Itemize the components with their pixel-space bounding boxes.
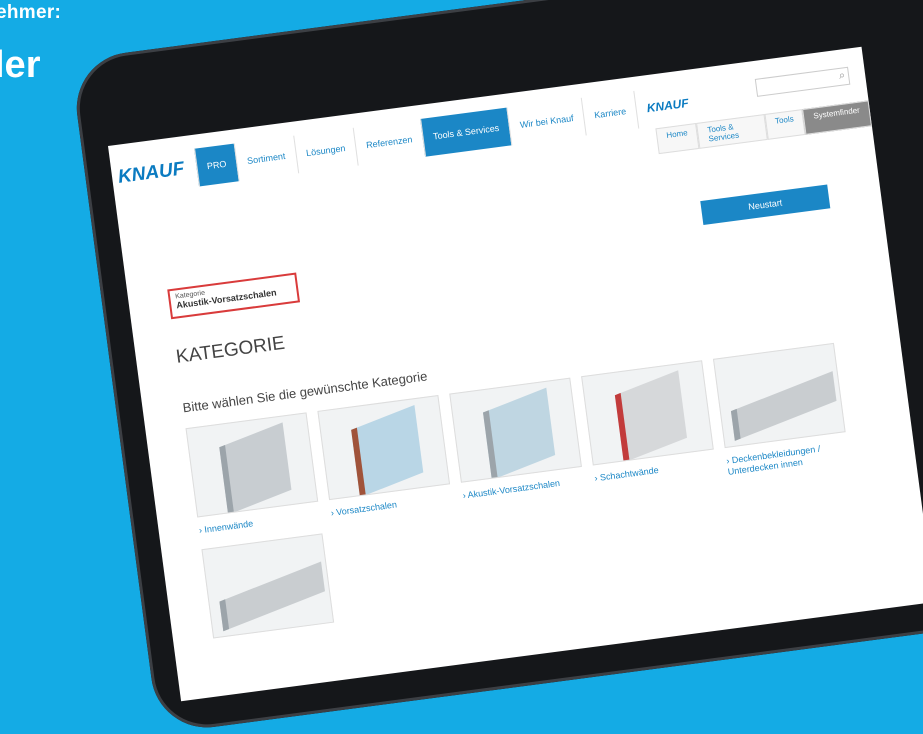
category-link[interactable]: › Deckenbekleidungen / Unterdecken innen bbox=[726, 440, 848, 477]
nav-tools-services[interactable]: Tools & Services bbox=[419, 107, 512, 157]
category-image[interactable] bbox=[581, 360, 714, 466]
breadcrumb-tools[interactable]: Tools bbox=[764, 109, 806, 140]
breadcrumb-home[interactable]: Home bbox=[655, 123, 700, 155]
section-title: KATEGORIE bbox=[174, 332, 287, 368]
knauf-logo[interactable]: KNAUF bbox=[117, 158, 186, 188]
restart-button[interactable]: Neustart bbox=[700, 184, 831, 225]
category-image[interactable] bbox=[712, 342, 846, 449]
overlay-heading-line1: ehmer: bbox=[0, 2, 62, 23]
wall-illustration bbox=[219, 422, 292, 515]
nav-loesungen[interactable]: Lösungen bbox=[292, 127, 358, 174]
nav-wir-bei-knauf[interactable]: Wir bei Knauf bbox=[506, 97, 586, 146]
overlay-heading-line2: ler bbox=[0, 44, 41, 86]
search-input[interactable]: ⌕ bbox=[754, 66, 851, 97]
category-card-schachtwaende[interactable]: › Schachtwände bbox=[581, 360, 716, 495]
search-icon[interactable]: ⌕ bbox=[838, 69, 846, 83]
category-grid: › Innenwände › Vorsatzschalen › Akustik-… bbox=[185, 342, 848, 547]
wall-illustration bbox=[351, 404, 424, 498]
ceiling-illustration bbox=[219, 561, 325, 632]
nav-knauf-mini-logo[interactable]: KNAUF bbox=[633, 82, 701, 129]
category-image[interactable] bbox=[185, 412, 319, 518]
nav-referenzen[interactable]: Referenzen bbox=[352, 119, 425, 166]
category-card-deckenbekleidungen[interactable]: › Deckenbekleidungen / Unterdecken innen bbox=[712, 342, 848, 477]
nav-pro[interactable]: PRO bbox=[193, 143, 239, 187]
category-card-ceiling-2[interactable] bbox=[201, 533, 335, 639]
category-card-innenwaende[interactable]: › Innenwände bbox=[185, 412, 321, 547]
tablet-screen: KNAUF PRO Sortiment Lösungen Referenzen … bbox=[108, 46, 923, 702]
category-card-akustik-vorsatzschalen[interactable]: › Akustik-Vorsatzschalen bbox=[449, 377, 584, 512]
nav-sortiment[interactable]: Sortiment bbox=[233, 135, 298, 182]
breadcrumb-tools-services[interactable]: Tools & Services bbox=[696, 114, 768, 149]
knauf-mini-logo: KNAUF bbox=[645, 95, 690, 116]
category-image[interactable] bbox=[449, 377, 582, 483]
ceiling-illustration bbox=[730, 371, 837, 441]
nav-karriere[interactable]: Karriere bbox=[580, 90, 639, 136]
wall-illustration bbox=[614, 370, 688, 463]
wall-illustration bbox=[483, 387, 556, 480]
category-image[interactable] bbox=[317, 395, 451, 501]
category-image[interactable] bbox=[201, 533, 335, 639]
category-card-vorsatzschalen[interactable]: › Vorsatzschalen bbox=[317, 395, 452, 529]
category-filter[interactable]: Kategorie Akustik-Vorsatzschalen bbox=[167, 272, 301, 320]
breadcrumb-systemfinder[interactable]: Systemfinder bbox=[802, 100, 872, 135]
